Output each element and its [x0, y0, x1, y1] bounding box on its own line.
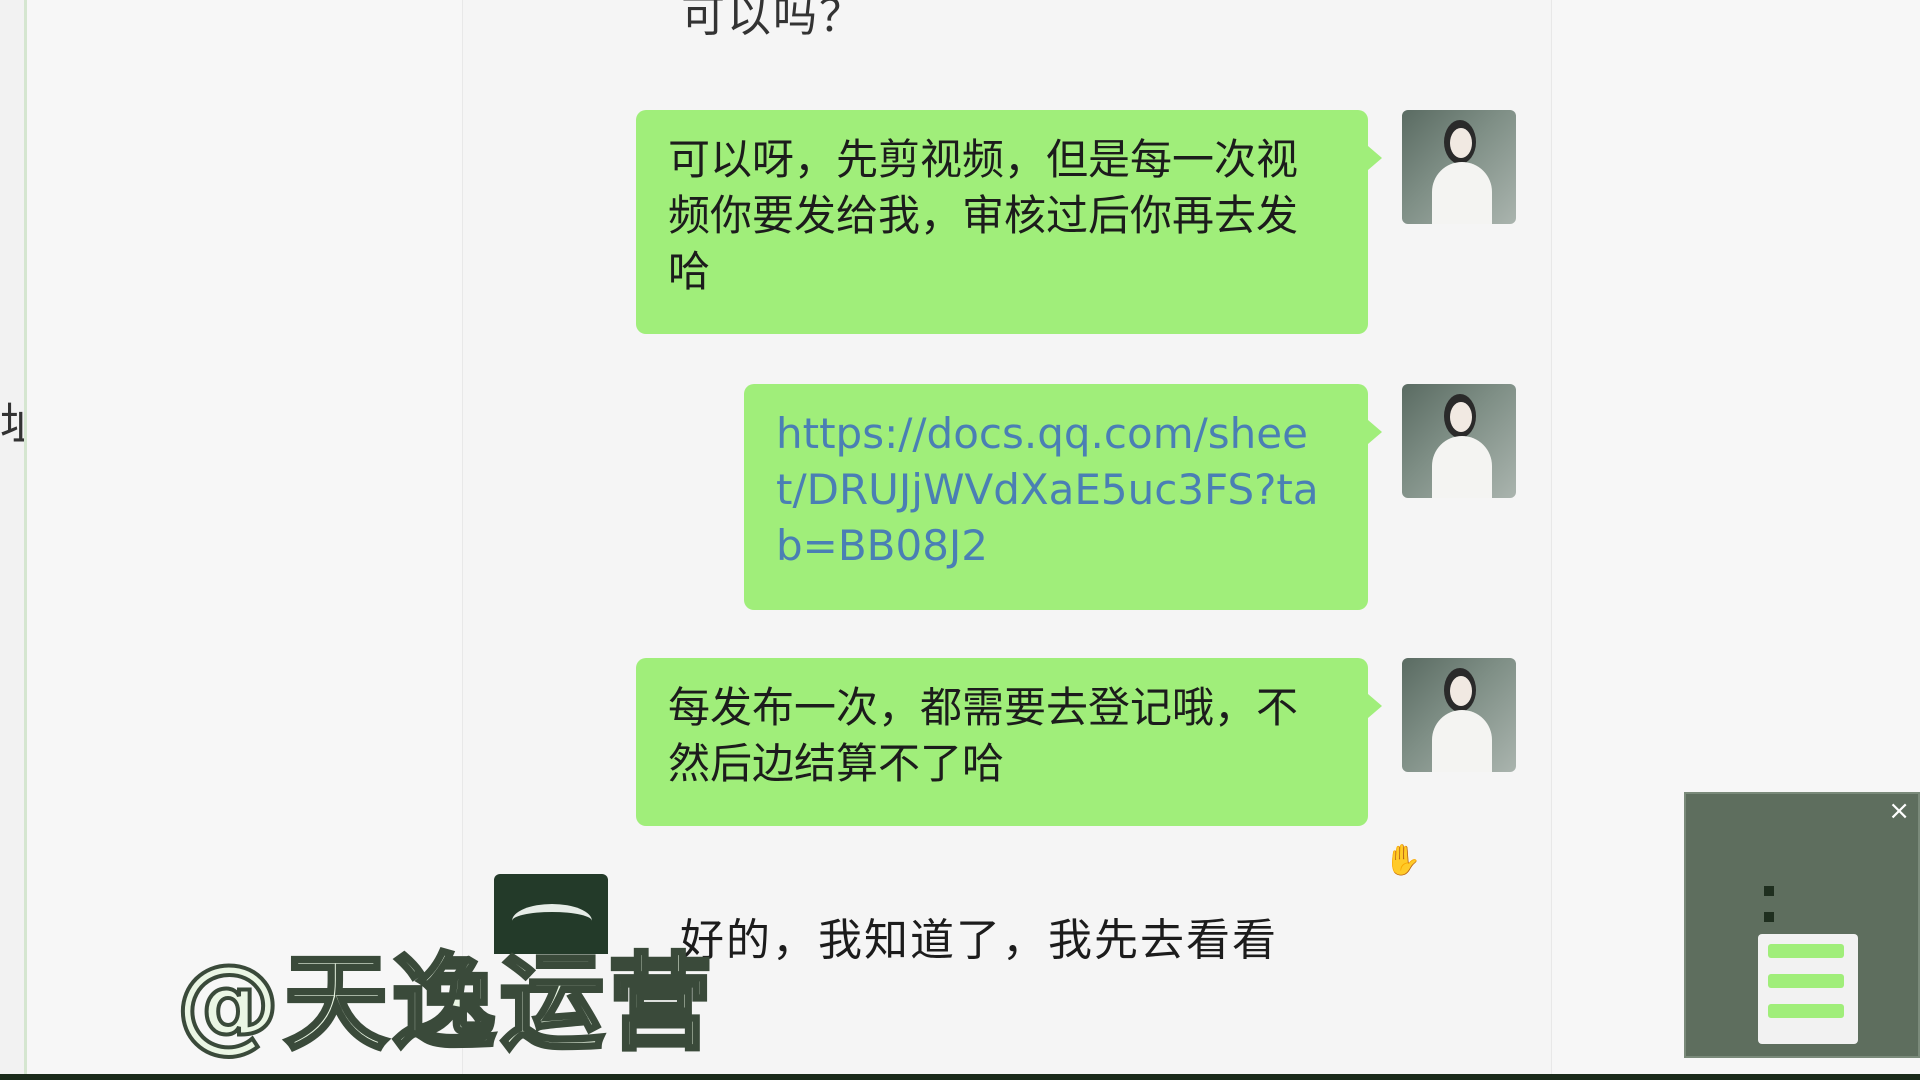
- user-avatar[interactable]: [1402, 384, 1516, 498]
- bottom-border: [0, 1074, 1920, 1080]
- left-sidebar-edge: 址: [0, 0, 27, 1080]
- shared-link-text[interactable]: https://docs.qq.com/sheet/DRUJjWVdXaE5uc…: [776, 409, 1319, 570]
- left-edge-partial-text: 址: [0, 399, 24, 450]
- outgoing-link-bubble[interactable]: https://docs.qq.com/sheet/DRUJjWVdXaE5uc…: [744, 384, 1382, 610]
- watermark-overlay: @天逸运营: [174, 940, 717, 1066]
- outgoing-message-bubble[interactable]: 可以呀，先剪视频，但是每一次视频你要发给我，审核过后你再去发哈: [636, 110, 1382, 334]
- message-text: 可以呀，先剪视频，但是每一次视频你要发给我，审核过后你再去发哈: [668, 135, 1299, 296]
- thumbnail-dot: [1764, 886, 1774, 896]
- user-avatar[interactable]: [1402, 110, 1516, 224]
- partial-incoming-message: 可以吗？: [681, 0, 865, 42]
- user-avatar[interactable]: [1402, 658, 1516, 772]
- hand-cursor-icon: ✋: [1384, 843, 1422, 878]
- thumbnail-dot: [1764, 912, 1774, 922]
- outgoing-message-bubble[interactable]: 每发布一次，都需要去登记哦，不然后边结算不了哈: [636, 658, 1382, 826]
- close-icon[interactable]: ×: [1888, 796, 1910, 826]
- floating-thumbnail-window[interactable]: ×: [1684, 792, 1920, 1058]
- message-text: 每发布一次，都需要去登记哦，不然后边结算不了哈: [668, 683, 1299, 788]
- incoming-message-text: 好的，我知道了，我先去看看: [680, 915, 1278, 966]
- thumbnail-chat-preview: [1758, 934, 1858, 1044]
